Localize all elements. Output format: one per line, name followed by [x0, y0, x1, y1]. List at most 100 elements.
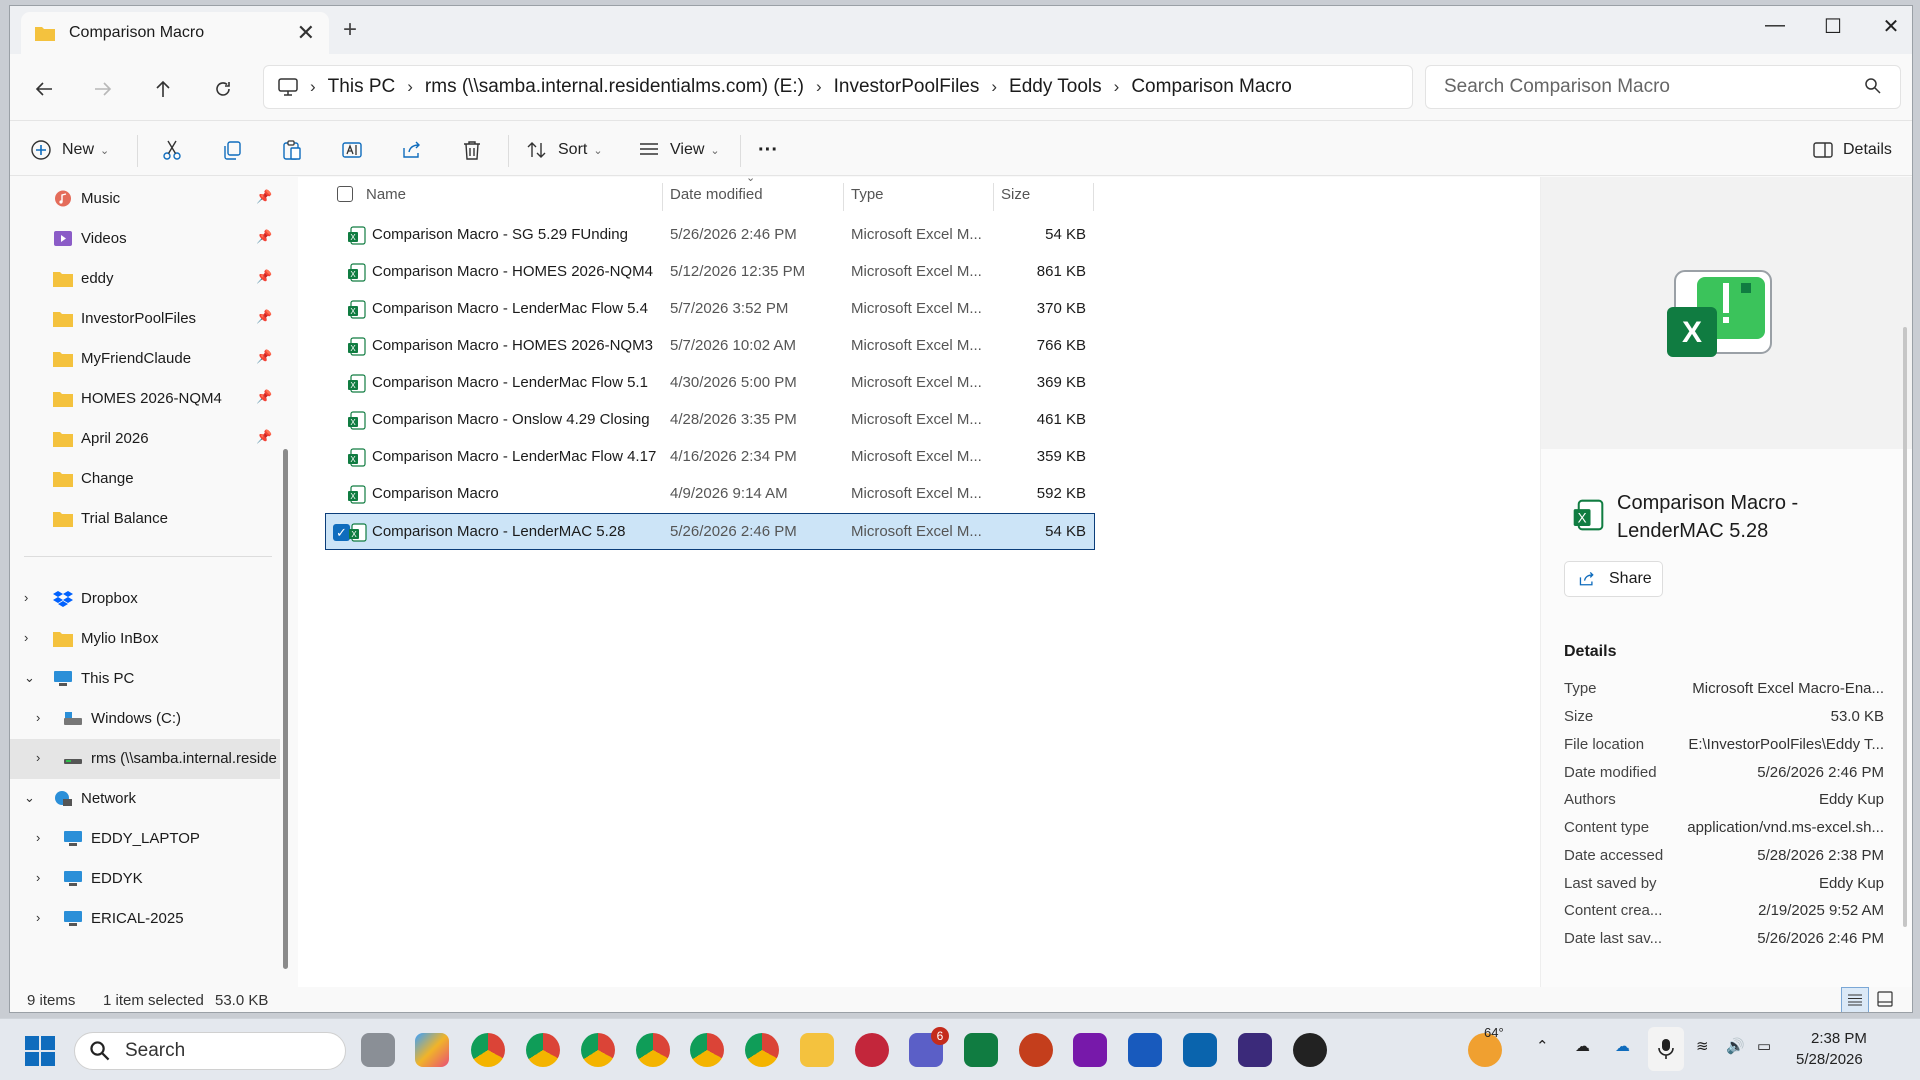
tiles-view-button[interactable]: [1877, 991, 1893, 1011]
select-all-checkbox[interactable]: [337, 186, 353, 202]
cut-button[interactable]: [161, 133, 183, 167]
new-tab-button[interactable]: +: [343, 16, 357, 44]
column-separator[interactable]: [662, 183, 663, 211]
chevron-up-icon[interactable]: ⌃: [1536, 1037, 1549, 1055]
share-button[interactable]: Share: [1564, 561, 1663, 597]
file-row[interactable]: X Comparison Macro - LenderMac Flow 5.4 …: [326, 291, 1094, 328]
share-toolbar-button[interactable]: [401, 133, 423, 167]
app-icon[interactable]: [855, 1033, 889, 1067]
onenote-icon[interactable]: [1073, 1033, 1107, 1067]
search-box[interactable]: Search Comparison Macro: [1425, 65, 1901, 109]
back-button[interactable]: [27, 72, 61, 106]
chrome-icon[interactable]: [471, 1033, 505, 1067]
chevron-right-icon[interactable]: ›: [816, 77, 822, 97]
windows-start-icon[interactable]: [25, 1036, 55, 1066]
excel-icon[interactable]: [964, 1033, 998, 1067]
chevron-right-icon[interactable]: ›: [36, 830, 40, 845]
nav-item-videos[interactable]: Videos: [53, 221, 127, 255]
chevron-right-icon[interactable]: ›: [36, 710, 40, 725]
copy-button[interactable]: [221, 133, 243, 167]
clock-date[interactable]: 5/28/2026: [1796, 1051, 1863, 1068]
clock-time[interactable]: 2:38 PM: [1811, 1030, 1867, 1047]
nav-item-homes-2026-nqm4[interactable]: HOMES 2026-NQM4: [53, 381, 222, 415]
maximize-button[interactable]: ☐: [1813, 14, 1853, 39]
copilot-icon[interactable]: [415, 1033, 449, 1067]
chevron-right-icon[interactable]: ›: [24, 630, 28, 645]
chrome-icon[interactable]: [526, 1033, 560, 1067]
chrome-icon[interactable]: [581, 1033, 615, 1067]
network-status-icon[interactable]: ☁: [1575, 1037, 1590, 1055]
file-row[interactable]: X Comparison Macro - SG 5.29 FUnding 5/2…: [326, 217, 1094, 254]
close-tab-icon[interactable]: ✕: [297, 20, 315, 46]
chevron-right-icon[interactable]: ›: [1114, 77, 1120, 97]
search-input[interactable]: Search Comparison Macro: [1444, 76, 1670, 98]
microphone-button[interactable]: [1648, 1027, 1684, 1071]
breadcrumb-rms-drive[interactable]: rms (\\samba.internal.residentialms.com)…: [425, 76, 804, 98]
chevron-right-icon[interactable]: ›: [991, 77, 997, 97]
rename-button[interactable]: [341, 133, 363, 167]
chevron-down-icon[interactable]: ⌄: [24, 790, 35, 806]
nav-item-rms-drive[interactable]: rms (\\samba.internal.reside: [63, 741, 277, 775]
nav-item-trial-balance[interactable]: Trial Balance: [53, 501, 168, 535]
file-row[interactable]: X Comparison Macro 4/9/2026 9:14 AM Micr…: [326, 476, 1094, 513]
breadcrumb-investorpoolfiles[interactable]: InvestorPoolFiles: [834, 76, 980, 98]
nav-item-music[interactable]: Music: [53, 181, 120, 215]
details-view-button[interactable]: [1841, 987, 1869, 1012]
settings-icon[interactable]: [1293, 1033, 1327, 1067]
volume-icon[interactable]: 🔊: [1726, 1037, 1745, 1055]
pin-icon[interactable]: 📌: [256, 189, 272, 205]
chrome-icon[interactable]: [636, 1033, 670, 1067]
tab-comparison-macro[interactable]: Comparison Macro ✕: [21, 12, 329, 54]
pin-icon[interactable]: 📌: [256, 309, 272, 325]
chevron-right-icon[interactable]: ›: [407, 77, 413, 97]
nav-item-april-2026[interactable]: April 2026: [53, 421, 149, 455]
task-view-icon[interactable]: [361, 1033, 395, 1067]
nav-item-mylio-inbox[interactable]: Mylio InBox: [53, 621, 159, 655]
nav-item-dropbox[interactable]: Dropbox: [53, 581, 138, 615]
onedrive-icon[interactable]: ☁: [1615, 1037, 1630, 1055]
breadcrumb-this-pc[interactable]: This PC: [328, 76, 396, 98]
details-pane-button[interactable]: Details: [1813, 133, 1892, 167]
address-bar[interactable]: › This PC › rms (\\samba.internal.reside…: [263, 65, 1413, 109]
chevron-right-icon[interactable]: ›: [36, 750, 40, 765]
pin-icon[interactable]: 📌: [256, 349, 272, 365]
file-row[interactable]: X Comparison Macro - HOMES 2026-NQM3 5/7…: [326, 328, 1094, 365]
pin-icon[interactable]: 📌: [256, 229, 272, 245]
file-row[interactable]: X Comparison Macro - Onslow 4.29 Closing…: [326, 402, 1094, 439]
pin-icon[interactable]: 📌: [256, 389, 272, 405]
powerpoint-icon[interactable]: [1019, 1033, 1053, 1067]
file-row[interactable]: X Comparison Macro - HOMES 2026-NQM4 5/1…: [326, 254, 1094, 291]
nav-item-network[interactable]: Network: [53, 781, 136, 815]
sort-button[interactable]: Sort ⌄: [526, 133, 603, 167]
forward-button[interactable]: [86, 72, 120, 106]
taskbar-search[interactable]: Search: [74, 1032, 346, 1070]
pin-icon[interactable]: 📌: [256, 429, 272, 445]
more-options-button[interactable]: ···: [758, 133, 778, 167]
nav-item-myfriendclaude[interactable]: MyFriendClaude: [53, 341, 191, 375]
nav-item-investorpoolfiles[interactable]: InvestorPoolFiles: [53, 301, 196, 335]
breadcrumb-comparison-macro[interactable]: Comparison Macro: [1131, 76, 1292, 98]
column-header-type[interactable]: Type: [851, 177, 884, 211]
column-separator[interactable]: [1093, 183, 1094, 211]
file-row[interactable]: X Comparison Macro - LenderMac Flow 4.17…: [326, 439, 1094, 476]
nav-scrollbar[interactable]: [283, 449, 288, 969]
chevron-right-icon[interactable]: ›: [36, 870, 40, 885]
chrome-icon[interactable]: [690, 1033, 724, 1067]
chevron-right-icon[interactable]: ›: [24, 590, 28, 605]
wifi-icon[interactable]: ≋: [1696, 1037, 1709, 1055]
word-icon[interactable]: [1128, 1033, 1162, 1067]
file-row-selected[interactable]: ✓ X Comparison Macro - LenderMAC 5.28 5/…: [325, 513, 1095, 550]
nav-item-eddy[interactable]: eddy: [53, 261, 114, 295]
chevron-right-icon[interactable]: ›: [310, 77, 316, 97]
minimize-button[interactable]: —: [1755, 14, 1795, 37]
chevron-right-icon[interactable]: ›: [36, 910, 40, 925]
pin-icon[interactable]: 📌: [256, 269, 272, 285]
delete-button[interactable]: [461, 133, 483, 167]
refresh-button[interactable]: [206, 72, 240, 106]
view-button[interactable]: View ⌄: [638, 133, 720, 167]
chrome-icon[interactable]: [745, 1033, 779, 1067]
column-separator[interactable]: [843, 183, 844, 211]
close-window-button[interactable]: ✕: [1871, 14, 1911, 39]
nav-item-change[interactable]: Change: [53, 461, 134, 495]
up-button[interactable]: [146, 72, 180, 106]
